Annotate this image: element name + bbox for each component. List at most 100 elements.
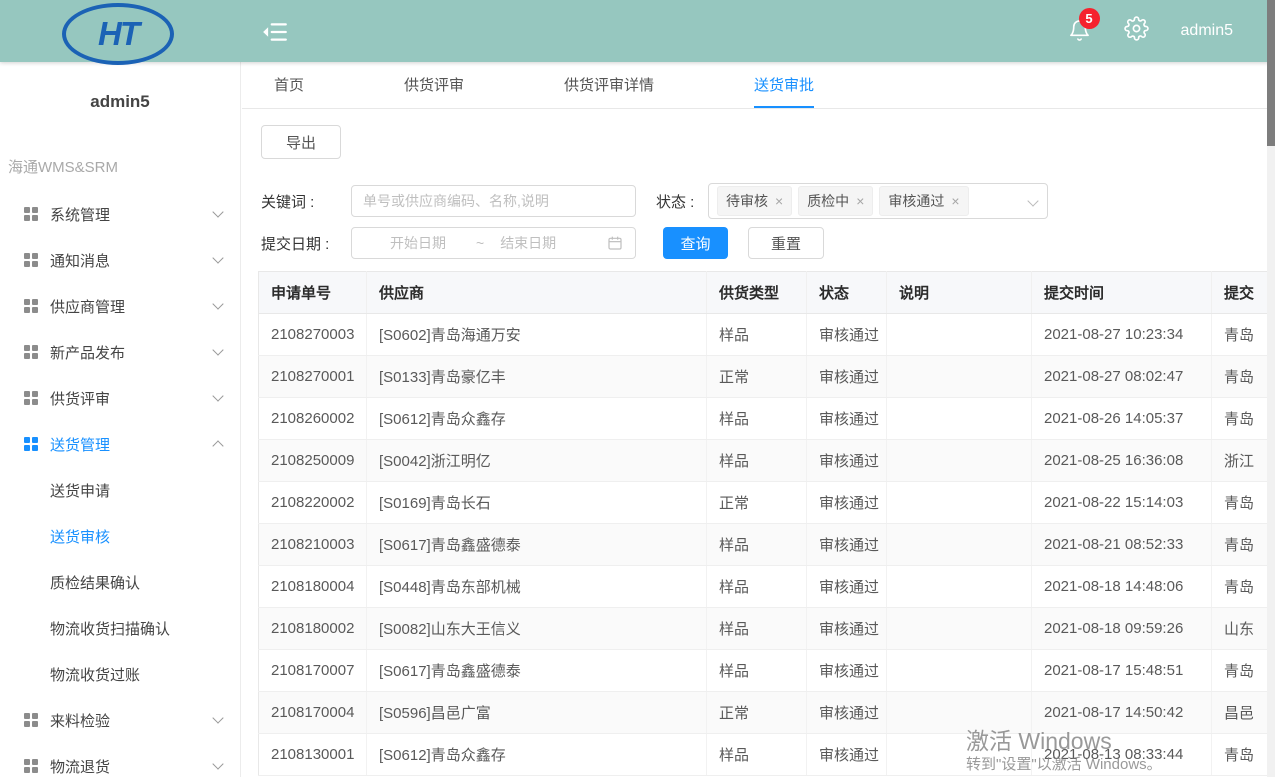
table-row: 2108180002 [S0082]山东大王信义 样品 审核通过 2021-08… bbox=[259, 608, 1275, 650]
cell-supplier: [S0612]青岛众鑫存 bbox=[367, 398, 707, 440]
sidebar-item[interactable]: 送货审核 bbox=[0, 513, 240, 559]
cell-submit-plant: 青岛 bbox=[1212, 734, 1275, 776]
cell-submit-time: 2021-08-17 15:48:51 bbox=[1032, 650, 1212, 692]
cell-remark bbox=[887, 482, 1032, 524]
date-range-picker[interactable]: 开始日期 ~ 结束日期 bbox=[351, 227, 636, 259]
notification-badge: 5 bbox=[1079, 8, 1100, 29]
cell-supply-type: 正常 bbox=[707, 482, 807, 524]
end-date-placeholder: 结束日期 bbox=[500, 233, 556, 253]
tab-label: 供货评审 bbox=[404, 74, 464, 95]
sidebar-item[interactable]: 送货管理 bbox=[0, 421, 240, 467]
cell-status: 审核通过 bbox=[807, 398, 887, 440]
cell-remark bbox=[887, 650, 1032, 692]
table-row: 2108180004 [S0448]青岛东部机械 样品 审核通过 2021-08… bbox=[259, 566, 1275, 608]
table-row: 2108210003 [S0617]青岛鑫盛德泰 样品 审核通过 2021-08… bbox=[259, 524, 1275, 566]
remove-tag-icon[interactable]: × bbox=[951, 194, 959, 208]
remove-tag-icon[interactable]: × bbox=[775, 194, 783, 208]
cell-remark bbox=[887, 398, 1032, 440]
cell-remark bbox=[887, 692, 1032, 734]
cell-submit-plant: 青岛 bbox=[1212, 566, 1275, 608]
cell-submit-plant: 青岛 bbox=[1212, 356, 1275, 398]
cell-submit-plant: 青岛 bbox=[1212, 482, 1275, 524]
cell-supplier: [S0602]青岛海通万安 bbox=[367, 314, 707, 356]
tab[interactable]: 供货评审 bbox=[404, 62, 464, 108]
appstore-icon bbox=[24, 713, 38, 727]
chevron-down-icon bbox=[1027, 195, 1038, 206]
sidebar-item[interactable]: 通知消息 bbox=[0, 237, 240, 283]
cell-submit-plant: 青岛 bbox=[1212, 524, 1275, 566]
column-header: 供货类型 bbox=[707, 272, 807, 314]
cell-submit-time: 2021-08-25 16:36:08 bbox=[1032, 440, 1212, 482]
chevron-icon bbox=[212, 712, 223, 723]
cell-order-no: 2108130001 bbox=[259, 734, 367, 776]
sidebar-item-label: 供应商管理 bbox=[50, 296, 125, 317]
cell-submit-time: 2021-08-18 09:59:26 bbox=[1032, 608, 1212, 650]
cell-status: 审核通过 bbox=[807, 608, 887, 650]
cell-supplier: [S0042]浙江明亿 bbox=[367, 440, 707, 482]
cell-remark bbox=[887, 356, 1032, 398]
cell-order-no: 2108260002 bbox=[259, 398, 367, 440]
sidebar-item[interactable]: 新产品发布 bbox=[0, 329, 240, 375]
tab[interactable]: 送货审批 bbox=[754, 62, 814, 108]
export-button[interactable]: 导出 bbox=[261, 125, 341, 159]
keyword-input[interactable] bbox=[351, 185, 636, 217]
table-row: 2108130001 [S0612]青岛众鑫存 样品 审核通过 2021-08-… bbox=[259, 734, 1275, 776]
cell-supplier: [S0169]青岛长石 bbox=[367, 482, 707, 524]
cell-order-no: 2108270001 bbox=[259, 356, 367, 398]
cell-status: 审核通过 bbox=[807, 650, 887, 692]
cell-submit-plant: 山东 bbox=[1212, 608, 1275, 650]
remove-tag-icon[interactable]: × bbox=[856, 194, 864, 208]
chevron-icon bbox=[212, 252, 223, 263]
tab[interactable]: 供货评审详情 bbox=[564, 62, 654, 108]
sidebar-item[interactable]: 物流收货扫描确认 bbox=[0, 605, 240, 651]
menu-fold-icon[interactable] bbox=[260, 17, 290, 47]
cell-supply-type: 样品 bbox=[707, 734, 807, 776]
current-user[interactable]: admin5 bbox=[1181, 22, 1233, 40]
reset-button[interactable]: 重置 bbox=[748, 227, 824, 259]
cell-status: 审核通过 bbox=[807, 314, 887, 356]
status-tag: 待审核 × bbox=[717, 186, 792, 216]
status-label: 状态 : bbox=[656, 191, 708, 212]
cell-submit-plant: 青岛 bbox=[1212, 650, 1275, 692]
sidebar-item[interactable]: 系统管理 bbox=[0, 191, 240, 237]
sidebar-item[interactable]: 物流退货 bbox=[0, 743, 240, 777]
date-label: 提交日期 : bbox=[261, 233, 351, 254]
scrollbar-thumb[interactable] bbox=[1267, 0, 1275, 146]
tabs-bar: 首页 供货评审 供货评审详情 送货审批 bbox=[242, 62, 1275, 109]
cell-supplier: [S0612]青岛众鑫存 bbox=[367, 734, 707, 776]
column-header: 说明 bbox=[887, 272, 1032, 314]
cell-supply-type: 正常 bbox=[707, 692, 807, 734]
sidebar-item[interactable]: 供货评审 bbox=[0, 375, 240, 421]
cell-submit-time: 2021-08-21 08:52:33 bbox=[1032, 524, 1212, 566]
search-button[interactable]: 查询 bbox=[663, 227, 728, 259]
sidebar-item[interactable]: 物流收货过账 bbox=[0, 651, 240, 697]
status-multiselect[interactable]: 待审核 × 质检中 × 审核通过 × bbox=[708, 183, 1048, 219]
table-row: 2108220002 [S0169]青岛长石 正常 审核通过 2021-08-2… bbox=[259, 482, 1275, 524]
settings-button[interactable] bbox=[1124, 16, 1149, 46]
chevron-icon bbox=[212, 298, 223, 309]
cell-remark bbox=[887, 440, 1032, 482]
cell-remark bbox=[887, 314, 1032, 356]
cell-order-no: 2108210003 bbox=[259, 524, 367, 566]
chevron-icon bbox=[212, 440, 223, 451]
vertical-scrollbar bbox=[1267, 0, 1275, 777]
date-separator: ~ bbox=[476, 235, 484, 251]
sidebar-item[interactable]: 送货申请 bbox=[0, 467, 240, 513]
notifications-button[interactable]: 5 bbox=[1068, 18, 1092, 44]
cell-submit-plant: 昌邑 bbox=[1212, 692, 1275, 734]
cell-supplier: [S0596]昌邑广富 bbox=[367, 692, 707, 734]
sidebar-item[interactable]: 供应商管理 bbox=[0, 283, 240, 329]
appstore-icon bbox=[24, 391, 38, 405]
sidebar-item-label: 质检结果确认 bbox=[50, 572, 140, 593]
table-row: 2108270001 [S0133]青岛豪亿丰 正常 审核通过 2021-08-… bbox=[259, 356, 1275, 398]
sidebar-item[interactable]: 来料检验 bbox=[0, 697, 240, 743]
sidebar-item-label: 送货申请 bbox=[50, 480, 110, 501]
column-header: 提交时间 bbox=[1032, 272, 1212, 314]
appstore-icon bbox=[24, 437, 38, 451]
cell-submit-time: 2021-08-27 10:23:34 bbox=[1032, 314, 1212, 356]
tab[interactable]: 首页 bbox=[274, 62, 304, 108]
sidebar-item[interactable]: 质检结果确认 bbox=[0, 559, 240, 605]
cell-submit-time: 2021-08-27 08:02:47 bbox=[1032, 356, 1212, 398]
status-tag-label: 质检中 bbox=[807, 191, 849, 211]
toolbar: 导出 bbox=[242, 109, 1275, 159]
